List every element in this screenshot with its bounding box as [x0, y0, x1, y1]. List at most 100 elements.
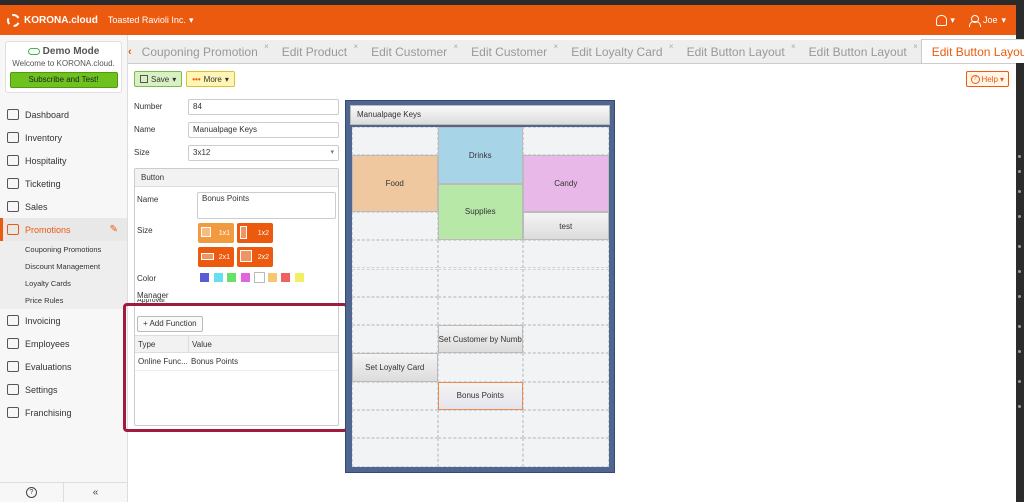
layout-cell[interactable]	[352, 410, 438, 439]
tab-edit-button-layout[interactable]: Edit Button Layout ×	[677, 41, 799, 63]
close-icon[interactable]: ×	[353, 42, 358, 51]
layout-key-button[interactable]: test	[523, 211, 609, 241]
layout-cell[interactable]	[352, 127, 438, 156]
layout-cell[interactable]	[523, 325, 609, 354]
close-icon[interactable]: ×	[453, 42, 458, 51]
tab-edit-button-layout-active[interactable]: Edit Button Layout	[920, 39, 1024, 63]
more-button[interactable]: ••• More ▾	[186, 71, 235, 87]
button-name-field[interactable]: Bonus Points	[197, 192, 336, 219]
color-swatch[interactable]	[267, 273, 277, 282]
layout-key-button[interactable]: Set Loyalty Card	[352, 353, 438, 382]
layout-cell[interactable]	[523, 438, 609, 467]
layout-cell[interactable]	[352, 268, 438, 297]
layout-cell[interactable]	[437, 240, 523, 269]
sidebar-item-evaluations[interactable]: Evaluations	[0, 355, 127, 378]
close-icon[interactable]: ×	[791, 42, 796, 51]
chevron-down-icon: ▾	[999, 74, 1004, 84]
tab-edit-customer-2[interactable]: Edit Customer ×	[461, 41, 561, 63]
layout-cell[interactable]	[352, 296, 438, 326]
notifications-button[interactable]: ▾	[936, 14, 955, 26]
layout-key-button[interactable]: Candy	[523, 155, 609, 212]
color-swatch[interactable]	[294, 273, 304, 282]
company-selector[interactable]: Toasted Ravioli Inc. ▾	[108, 15, 194, 26]
color-swatch[interactable]	[254, 272, 265, 283]
tab-edit-loyalty-card[interactable]: Edit Loyalty Card ×	[561, 41, 676, 63]
sidebar-item-franchising[interactable]: Franchising	[0, 401, 127, 424]
sidebar-item-invoicing[interactable]: Invoicing	[0, 309, 127, 332]
sidebar-item-label: Evaluations	[25, 361, 72, 372]
close-icon[interactable]: ×	[264, 42, 269, 51]
name-field[interactable]: Manualpage Keys	[188, 122, 339, 138]
dashboard-icon	[7, 109, 19, 120]
sidebar-item-ticketing[interactable]: Ticketing	[0, 172, 127, 195]
layout-cell[interactable]	[437, 410, 523, 439]
subscribe-button[interactable]: Subscribe and Test!	[9, 72, 118, 88]
user-menu[interactable]: Joe ▾	[968, 14, 1006, 27]
help-button[interactable]: ?	[0, 483, 64, 502]
pencil-icon[interactable]: ✎	[110, 224, 118, 235]
layout-cell[interactable]	[523, 127, 609, 156]
layout-cell[interactable]	[437, 353, 523, 382]
button-size-label: Size	[137, 226, 153, 235]
close-icon[interactable]: ×	[913, 42, 918, 51]
tab-edit-button-layout-2[interactable]: Edit Button Layout ×	[799, 41, 921, 63]
layout-key-button[interactable]: Food	[352, 155, 438, 212]
color-swatch[interactable]	[200, 273, 209, 282]
size-option-label: 2x1	[218, 253, 230, 261]
layout-cell[interactable]	[352, 325, 438, 354]
layout-cell[interactable]	[523, 353, 609, 382]
size-1x1-button[interactable]: 1x1	[198, 223, 234, 243]
color-swatch[interactable]	[213, 273, 223, 282]
color-swatch[interactable]	[227, 273, 236, 282]
layout-cell[interactable]	[523, 296, 609, 326]
help-menu-button[interactable]: ? Help ▾	[965, 71, 1009, 87]
sidebar-item-settings[interactable]: Settings	[0, 378, 127, 401]
tab-edit-customer[interactable]: Edit Customer ×	[361, 41, 461, 63]
close-icon[interactable]: ×	[669, 42, 674, 51]
layout-cell[interactable]	[523, 240, 609, 269]
korona-logo-icon	[7, 13, 20, 27]
tab-couponing-promotion[interactable]: Couponing Promotion ×	[132, 41, 272, 63]
size-2x1-button[interactable]: 2x1	[198, 247, 234, 267]
sidebar-item-employees[interactable]: Employees	[0, 332, 127, 355]
size-select[interactable]: 3x12 ▾	[188, 145, 339, 161]
color-swatch[interactable]	[281, 273, 290, 282]
layout-cell[interactable]	[523, 268, 609, 297]
collapse-sidebar-button[interactable]: «	[64, 483, 127, 502]
sidebar-subitem-couponing-promotions[interactable]: Couponing Promotions	[0, 241, 127, 258]
sidebar-item-hospitality[interactable]: Hospitality	[0, 149, 127, 172]
layout-cell[interactable]	[352, 211, 438, 241]
layout-key-button[interactable]: Drinks	[437, 127, 523, 184]
sidebar-subitem-loyalty-cards[interactable]: Loyalty Cards	[0, 275, 127, 292]
sidebar-item-sales[interactable]: Sales	[0, 195, 127, 218]
size-1x2-button[interactable]: 1x2	[237, 223, 273, 243]
layout-key-button[interactable]: Supplies	[437, 183, 523, 241]
color-swatch[interactable]	[240, 273, 250, 282]
sidebar-item-label: Employees	[25, 338, 70, 349]
layout-cell[interactable]	[437, 296, 523, 326]
layout-cell[interactable]	[352, 438, 438, 467]
layout-cell[interactable]	[437, 438, 523, 467]
layout-key-button[interactable]: Bonus Points	[437, 381, 523, 410]
sidebar-item-dashboard[interactable]: Dashboard	[0, 103, 127, 126]
tab-edit-product[interactable]: Edit Product ×	[272, 41, 361, 63]
layout-cell[interactable]	[437, 268, 523, 297]
tab-bar: ‹ Couponing Promotion × Edit Product × Edi…	[128, 39, 1024, 64]
sidebar-item-inventory[interactable]: Inventory	[0, 126, 127, 149]
layout-cell[interactable]	[523, 381, 609, 410]
size-2x2-button[interactable]: 2x2	[237, 247, 273, 267]
size-option-label: 2x2	[257, 253, 269, 261]
save-button[interactable]: Save ▾	[134, 71, 183, 87]
size-1x2-icon	[240, 226, 247, 239]
korona-logo[interactable]: KORONA.cloud	[7, 13, 98, 27]
number-field[interactable]: 84	[188, 99, 339, 115]
layout-cell[interactable]	[523, 410, 609, 439]
layout-cell[interactable]	[352, 240, 438, 269]
sidebar-item-promotions[interactable]: Promotions ✎	[0, 218, 127, 241]
sidebar-subitem-price-rules[interactable]: Price Rules	[0, 292, 127, 309]
sidebar-subitem-discount-management[interactable]: Discount Management	[0, 258, 127, 275]
floppy-icon	[140, 75, 148, 83]
layout-cell[interactable]	[352, 381, 438, 410]
layout-key-button[interactable]: Set Customer by Numb	[437, 325, 523, 354]
close-icon[interactable]: ×	[554, 42, 559, 51]
